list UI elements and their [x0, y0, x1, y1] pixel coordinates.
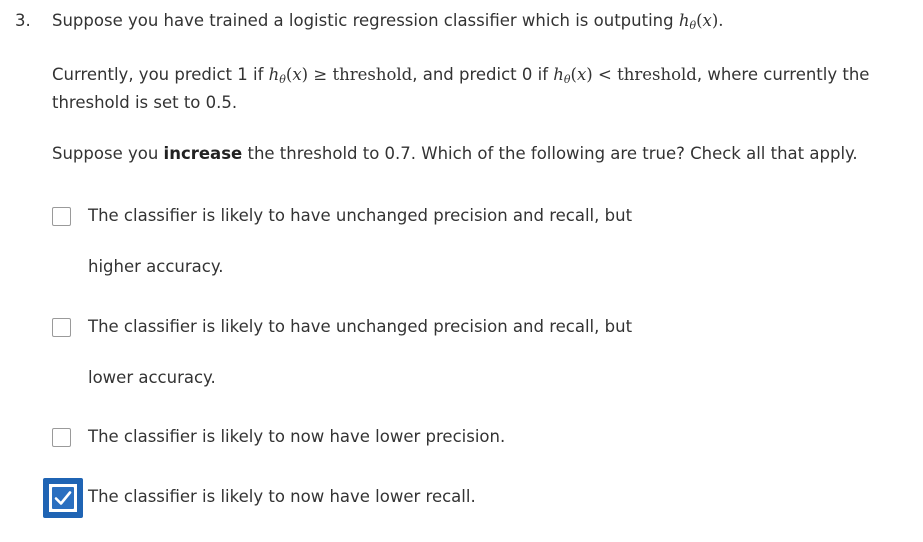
question-intro-text: Suppose you have trained a logistic regr… — [52, 11, 674, 30]
option-3-label: The classifier is likely to now have low… — [88, 427, 506, 446]
option-2-checkbox[interactable] — [52, 318, 71, 337]
option-1-label: The classifier is likely to have unchang… — [88, 206, 633, 225]
prompt-text-b: the threshold to 0.7. Which of the follo… — [247, 144, 858, 163]
h-theta-x-expression-1: hθ(x) ≥ — [268, 65, 328, 86]
option-1-label-line2: higher accuracy. — [88, 257, 224, 276]
prompt-text-a: Suppose you — [52, 144, 159, 163]
option-1-checkbox[interactable] — [52, 207, 71, 226]
question-prompt: Suppose you increase the threshold to 0.… — [52, 140, 858, 168]
condition-text-a: Currently, you predict 1 if — [52, 65, 264, 84]
condition-text-c: , and predict 0 if — [412, 65, 549, 84]
option-4-label: The classifier is likely to now have low… — [88, 487, 476, 506]
question-number: 3. — [15, 11, 31, 30]
option-2-label: The classifier is likely to have unchang… — [88, 317, 633, 336]
condition-text-e: , where currently the — [696, 65, 870, 84]
question-threshold-line: threshold is set to 0.5. — [52, 93, 238, 112]
h-theta-x-expression-2: hθ(x) < — [553, 65, 612, 86]
option-4-checkbox-checked[interactable] — [43, 478, 83, 518]
question-intro: Suppose you have trained a logistic regr… — [52, 7, 724, 40]
prompt-bold-word: increase — [163, 144, 243, 163]
checkmark-icon — [54, 491, 72, 505]
threshold-word-2: threshold — [617, 65, 697, 84]
threshold-word-1: threshold — [332, 65, 413, 84]
option-2-label-line2: lower accuracy. — [88, 368, 216, 387]
h-theta-x-expression: hθ(x). — [678, 11, 724, 32]
option-3-checkbox[interactable] — [52, 428, 71, 447]
